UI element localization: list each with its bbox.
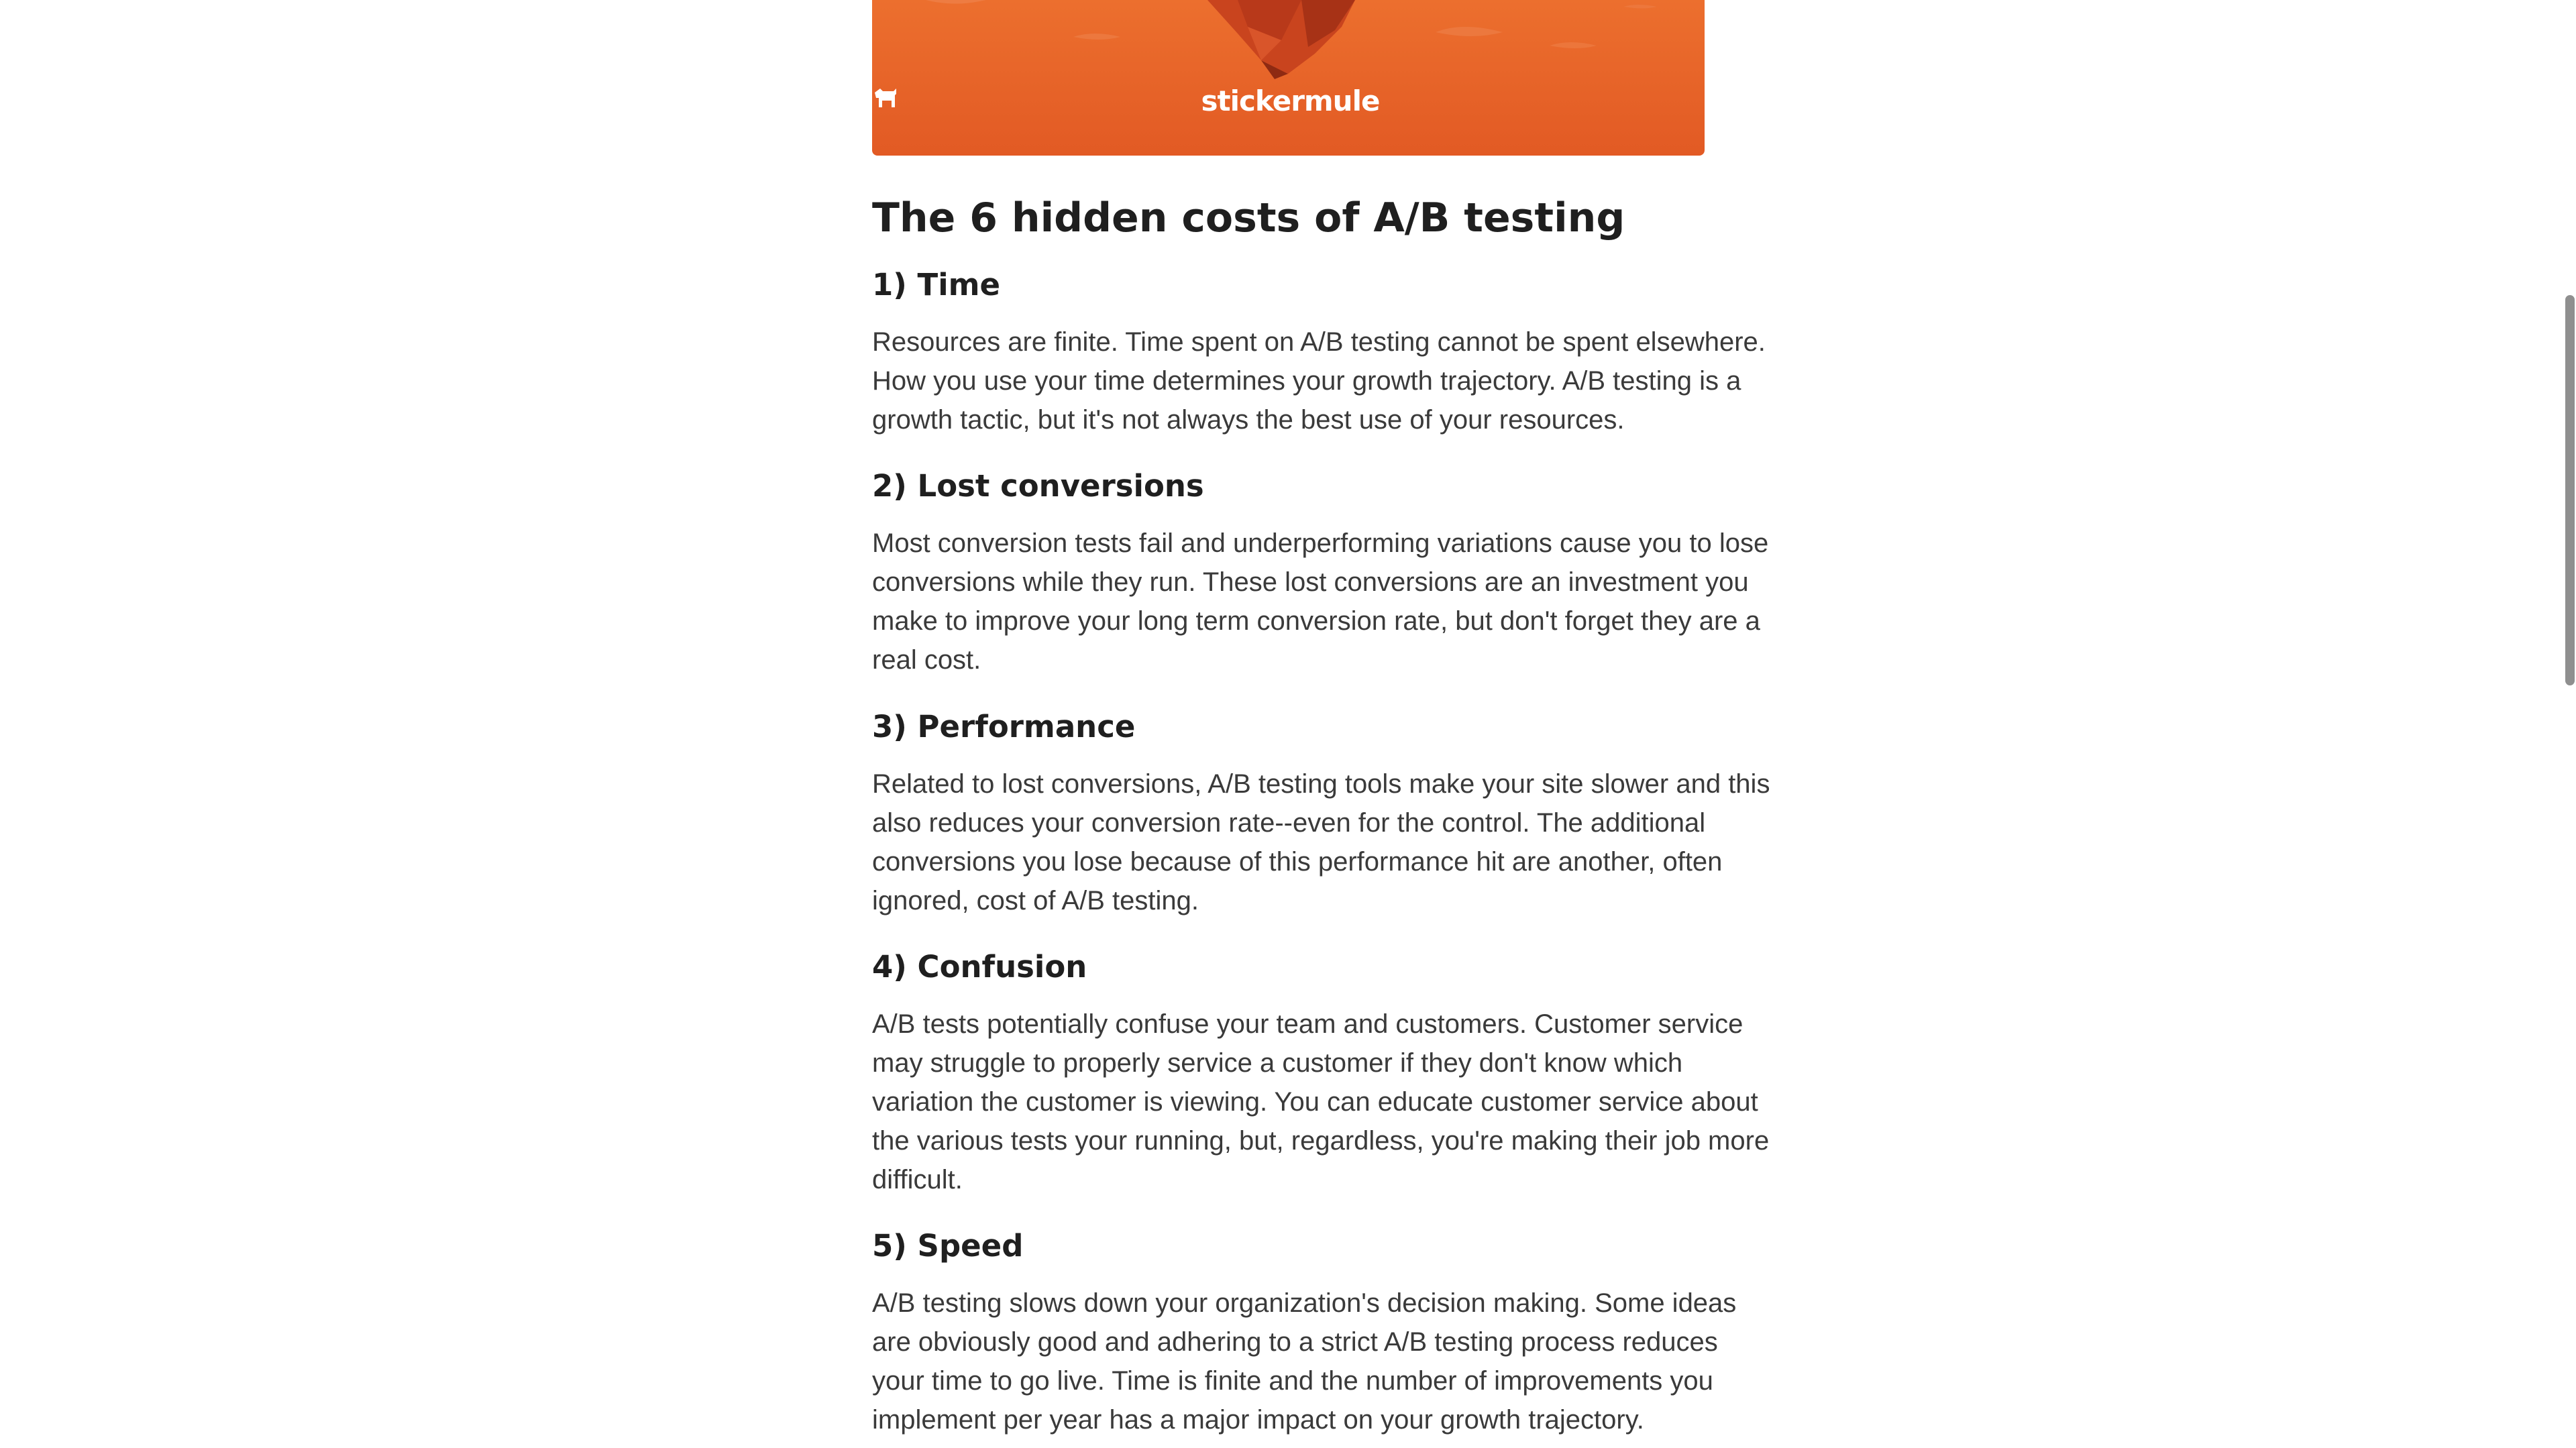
paragraph-line: A/B testing slows down your organization… [872,1288,1737,1318]
section-heading-lost-conversions: 2) Lost conversions [872,468,1204,504]
paragraph-line: your time to go live. Time is finite and… [872,1366,1713,1396]
paragraph-line: variation the customer is viewing. You c… [872,1087,1758,1117]
scrollbar-track[interactable] [2561,0,2576,1448]
banner-image: stickermule [872,0,1705,156]
paragraph-line: growth tactic, but it's not always the b… [872,405,1625,435]
section-heading-time: 1) Time [872,267,1001,302]
paragraph-line: A/B tests potentially confuse your team … [872,1009,1743,1039]
paragraph-line: implement per year has a major impact on… [872,1405,1644,1435]
brand-name: stickermule [1201,85,1381,117]
paragraph-line: conversions you lose because of this per… [872,847,1723,877]
paragraph-line: difficult. [872,1165,963,1194]
paragraph-line: ignored, cost of A/B testing. [872,886,1199,915]
paragraph-line: the various tests your running, but, reg… [872,1126,1770,1156]
paragraph-line: may struggle to properly service a custo… [872,1048,1683,1078]
section-body-performance: Related to lost conversions, A/B testing… [872,765,1770,920]
section-body-speed: A/B testing slows down your organization… [872,1284,1737,1439]
section-heading-performance: 3) Performance [872,709,1136,744]
banner-art [926,0,1657,79]
paragraph-line: real cost. [872,645,981,675]
section-body-confusion: A/B tests potentially confuse your team … [872,1005,1770,1199]
paragraph-line: conversions while they run. These lost c… [872,567,1749,597]
section-body-time: Resources are finite. Time spent on A/B … [872,323,1766,439]
paragraph-line: How you use your time determines your gr… [872,366,1741,396]
paragraph-line: make to improve your long term conversio… [872,606,1760,636]
scrollbar-thumb[interactable] [2565,295,2575,685]
paragraph-line: Most conversion tests fail and underperf… [872,528,1769,558]
page: stickermule The 6 hidden costs of A/B te… [0,0,2576,1448]
paragraph-line: Related to lost conversions, A/B testing… [872,769,1770,799]
paragraph-line: also reduces your conversion rate--even … [872,808,1706,838]
paragraph-line: Resources are finite. Time spent on A/B … [872,327,1766,357]
section-heading-confusion: 4) Confusion [872,949,1087,985]
article-title: The 6 hidden costs of A/B testing [872,194,1625,241]
stickermule-logo: stickermule [872,85,1705,117]
paragraph-line: are obviously good and adhering to a str… [872,1327,1718,1357]
section-heading-speed: 5) Speed [872,1228,1024,1264]
section-body-lost-conversions: Most conversion tests fail and underperf… [872,524,1769,679]
